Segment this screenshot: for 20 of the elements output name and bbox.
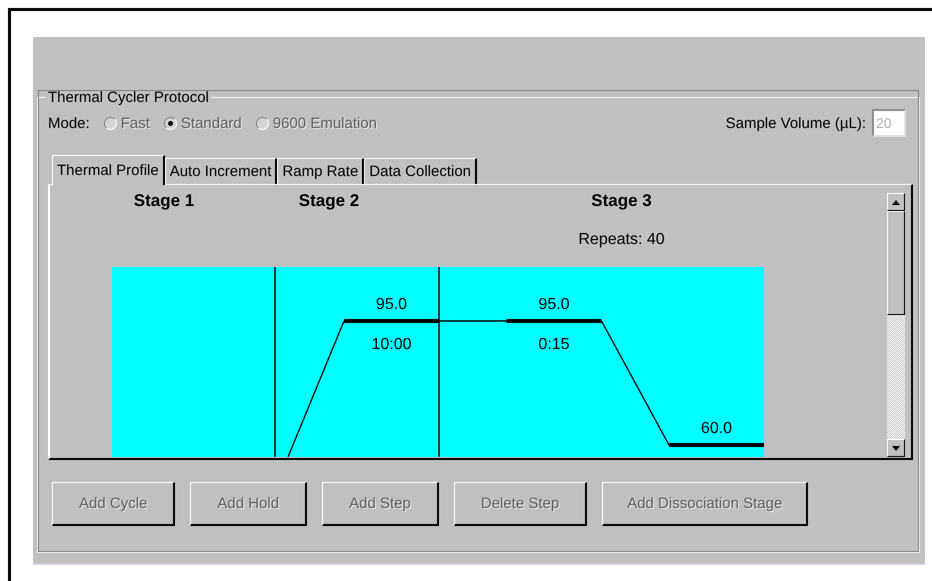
group-title: Thermal Cycler Protocol bbox=[48, 89, 209, 106]
time-label: 10:00 bbox=[371, 336, 412, 353]
scrollbar[interactable] bbox=[887, 193, 905, 457]
repeats-label: Repeats: 40 bbox=[578, 231, 665, 249]
scroll-down-icon[interactable] bbox=[887, 439, 905, 457]
tab[interactable]: Ramp Rate bbox=[277, 158, 364, 184]
tab[interactable]: Auto Increment bbox=[164, 158, 278, 184]
tab[interactable]: Thermal Profile bbox=[52, 155, 165, 185]
scroll-up-icon[interactable] bbox=[887, 193, 905, 211]
temperature-label: 60.0 bbox=[700, 420, 732, 437]
tab[interactable]: Data Collection bbox=[364, 158, 478, 184]
time-label: 0:15 bbox=[538, 336, 570, 353]
scroll-thumb[interactable] bbox=[887, 211, 905, 315]
mode-label: Mode: bbox=[48, 114, 90, 132]
stage-title: Stage 1 bbox=[134, 191, 194, 211]
temperature-label: 95.0 bbox=[538, 296, 570, 313]
temperature-label: 95.0 bbox=[376, 296, 408, 313]
stage-title: Stage 2 bbox=[298, 191, 360, 211]
sample-volume-label: Sample Volume (µL): bbox=[726, 114, 866, 132]
stage-title: Stage 3 bbox=[591, 191, 652, 211]
